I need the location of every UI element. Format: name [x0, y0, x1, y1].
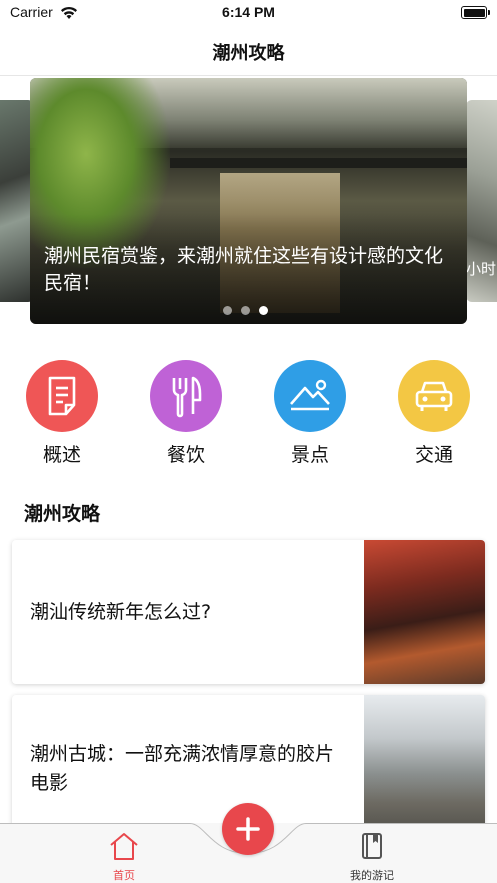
carousel-page-indicator[interactable]	[223, 306, 268, 315]
fork-knife-icon	[150, 360, 222, 432]
clock: 6:14 PM	[222, 4, 275, 20]
page-dot-active[interactable]	[259, 306, 268, 315]
article-thumbnail	[364, 695, 485, 839]
article-card[interactable]: 潮汕传统新年怎么过?	[12, 540, 485, 684]
carousel-next-card[interactable]: 小时	[466, 100, 497, 302]
tab-home-label: 首页	[113, 869, 135, 882]
car-icon	[398, 360, 470, 432]
category-menu: 概述 餐饮 景点 交通	[0, 360, 497, 470]
notebook-icon	[362, 833, 382, 859]
page-title: 潮州攻略	[212, 43, 285, 64]
category-dining[interactable]: 餐饮	[146, 360, 226, 467]
category-label: 交通	[414, 444, 453, 466]
article-title: 潮州古城：一部充满浓情厚意的胶片电影	[30, 743, 335, 794]
category-label: 餐饮	[166, 444, 205, 466]
category-transport[interactable]: 交通	[394, 360, 474, 467]
article-title: 潮汕传统新年怎么过?	[30, 601, 212, 623]
carousel-caption: 潮州民宿赏鉴，来潮州就住这些有设计感的文化民宿！	[44, 245, 444, 294]
category-overview[interactable]: 概述	[22, 360, 102, 467]
category-label: 景点	[290, 444, 329, 466]
tab-my-travel-notes[interactable]: 我的游记	[332, 831, 412, 883]
document-icon	[26, 360, 98, 432]
category-label: 概述	[42, 444, 81, 466]
tab-notes-label: 我的游记	[350, 869, 394, 882]
article-thumbnail	[364, 540, 485, 684]
plus-icon	[236, 817, 260, 841]
carousel-current-card[interactable]: 潮州民宿赏鉴，来潮州就住这些有设计感的文化民宿！	[30, 78, 467, 324]
banner-carousel[interactable]: 小时 潮州民宿赏鉴，来潮州就住这些有设计感的文化民宿！	[0, 78, 497, 328]
section-title: 潮州攻略	[24, 503, 101, 525]
page-dot[interactable]	[223, 306, 232, 315]
category-attractions[interactable]: 景点	[270, 360, 350, 467]
tab-home[interactable]: 首页	[84, 831, 164, 883]
navigation-bar: 潮州攻略	[0, 26, 497, 76]
page-dot[interactable]	[241, 306, 250, 315]
carousel-next-caption: 小时	[466, 260, 497, 278]
carousel-prev-card[interactable]	[0, 100, 34, 302]
mountain-icon	[274, 360, 346, 432]
home-icon	[110, 833, 138, 860]
add-travel-note-button[interactable]	[222, 803, 274, 855]
status-bar: Carrier 6:14 PM	[0, 0, 497, 26]
battery-icon	[461, 6, 490, 19]
